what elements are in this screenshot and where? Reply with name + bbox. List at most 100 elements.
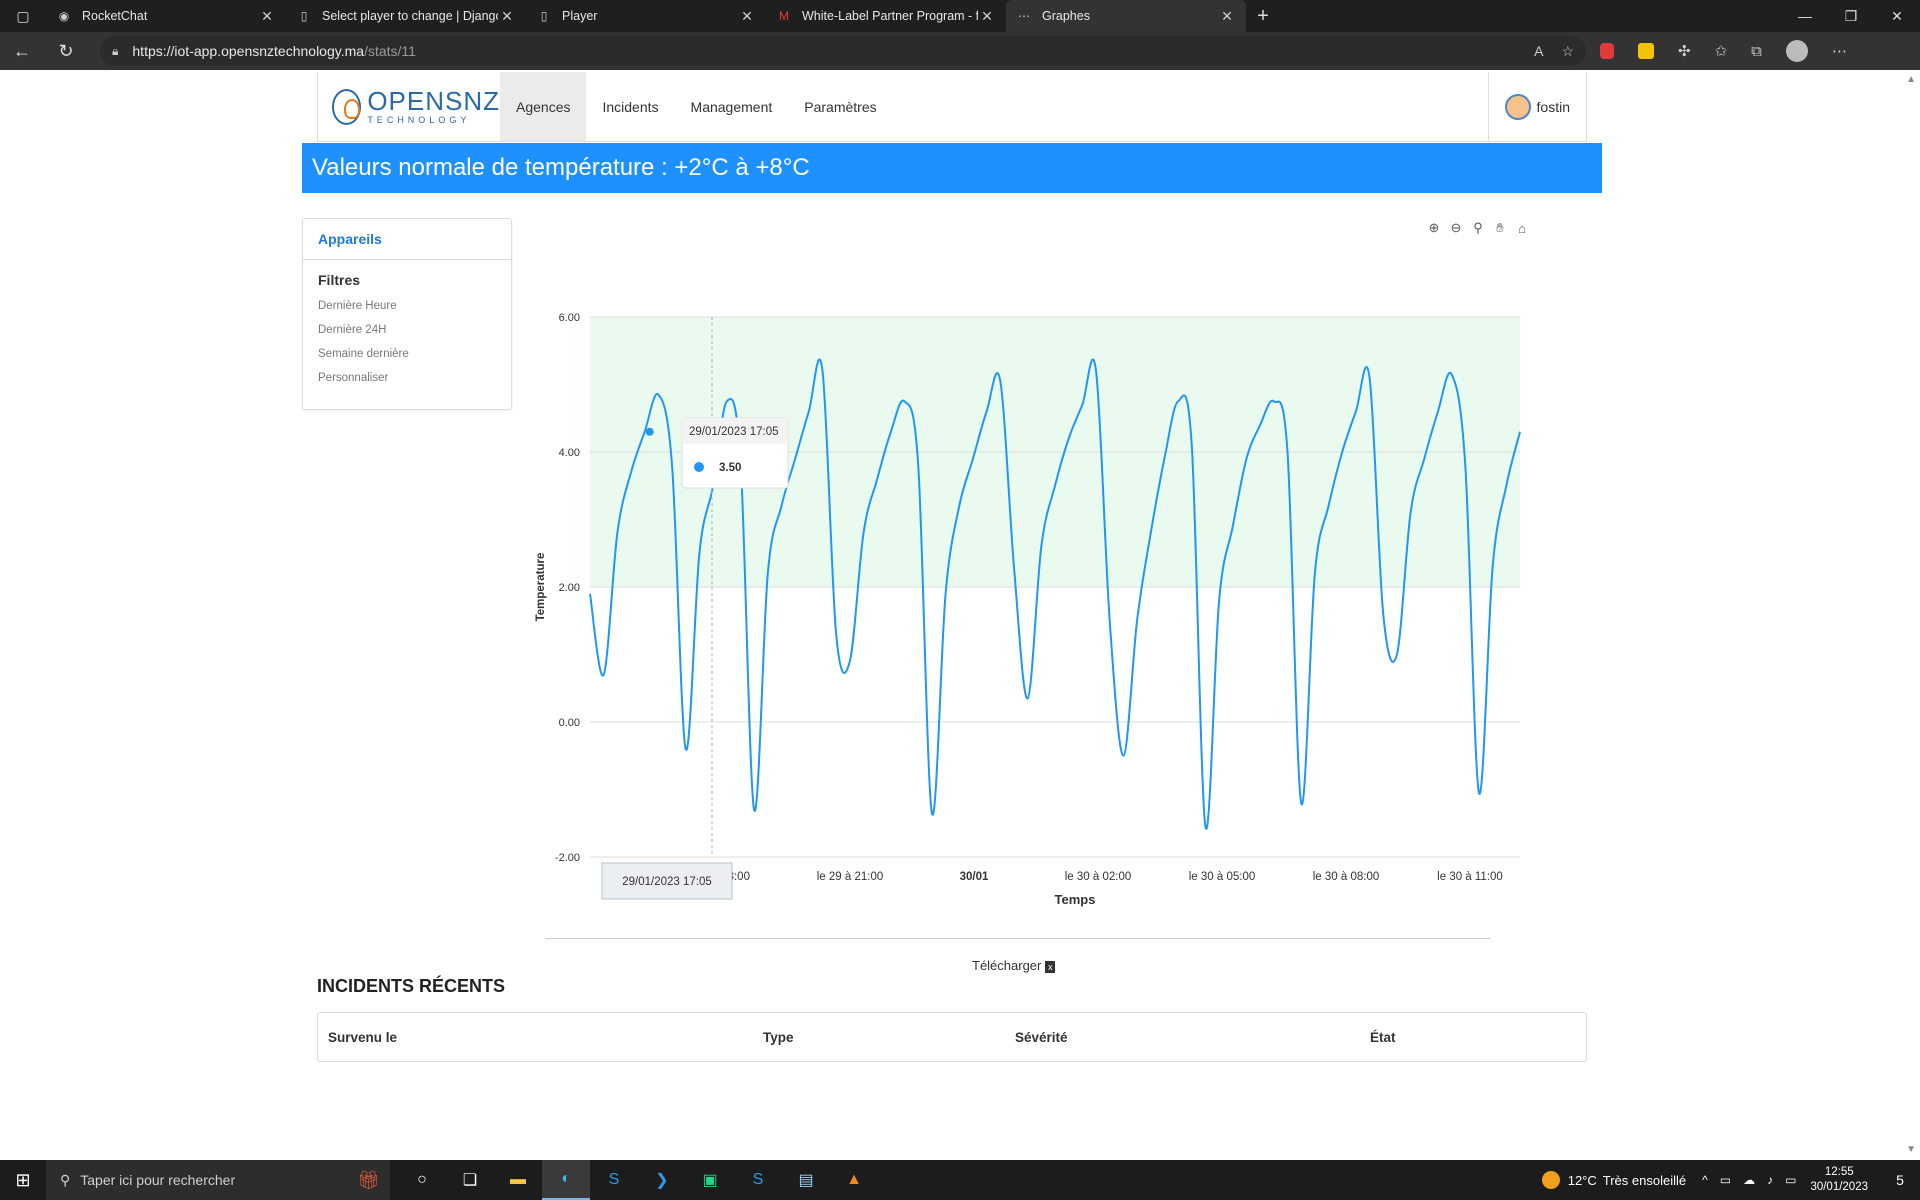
windows-start-icon[interactable]: ⊞ [0, 1160, 46, 1200]
extension-yellow-icon[interactable] [1638, 43, 1654, 59]
col-occurred[interactable]: Survenu le [328, 1030, 397, 1045]
cloud-icon[interactable]: ☁ [1743, 1173, 1755, 1187]
tooltip-title: 29/01/2023 17:05 [689, 426, 779, 438]
browser-tab-strip: ▢ ◉ RocketChat ✕ ▯ Select player to chan… [0, 0, 1920, 32]
profile-icon[interactable] [1785, 40, 1808, 62]
divider [545, 938, 1490, 939]
pycharm-icon[interactable]: ▣ [686, 1160, 734, 1200]
notepad-icon[interactable]: ▤ [782, 1160, 830, 1200]
close-icon[interactable]: ✕ [498, 8, 516, 25]
close-icon[interactable]: ✕ [738, 8, 756, 25]
collections-icon[interactable]: ⧉ [1751, 43, 1762, 60]
more-icon[interactable]: ⋯ [1832, 42, 1847, 60]
filter-custom[interactable]: Personnaliser [318, 366, 496, 390]
extension-red-icon[interactable] [1600, 43, 1614, 59]
col-state[interactable]: État [1370, 1030, 1396, 1045]
tab-actions-icon[interactable]: ▢ [0, 0, 46, 32]
pan-icon[interactable]: ✋︎ [1492, 220, 1508, 236]
vscode-icon[interactable]: ❯ [638, 1160, 686, 1200]
task-view-icon[interactable]: ❏ [446, 1160, 494, 1200]
zoom-select-icon[interactable]: ⚲ [1470, 220, 1486, 236]
nav-item-management[interactable]: Management [675, 72, 789, 141]
window-controls: — ❐ ✕ [1782, 0, 1920, 32]
zoom-in-icon[interactable]: ⊕ [1426, 220, 1442, 236]
edge-icon[interactable]: ◐ [542, 1160, 590, 1200]
favorite-add-icon[interactable]: ☆ [1561, 43, 1574, 60]
reset-home-icon[interactable]: ⌂ [1514, 220, 1530, 236]
chart-toolbar: ⊕ ⊖ ⚲ ✋︎ ⌂ [1426, 220, 1530, 236]
favorites-icon[interactable]: ✩ [1715, 42, 1728, 60]
refresh-icon[interactable]: ↻ [44, 41, 88, 62]
nav-item-incidents[interactable]: Incidents [586, 72, 674, 141]
url-path: /stats/11 [364, 43, 416, 59]
search-placeholder: Taper ici pour rechercher [80, 1172, 236, 1188]
back-icon[interactable]: ← [0, 41, 44, 62]
browser-tab[interactable]: ▯ Select player to change | Django ✕ [286, 0, 526, 32]
col-severity[interactable]: Sévérité [1015, 1030, 1068, 1045]
weather-widget[interactable]: 12°C Très ensoleillé [1541, 1171, 1686, 1189]
volume-icon[interactable]: ♪ [1767, 1173, 1773, 1187]
extensions-icon[interactable]: ✣ [1678, 42, 1691, 60]
clock[interactable]: 12:55 30/01/2023 [1810, 1165, 1868, 1195]
search-icon: ⚲ [60, 1171, 71, 1188]
browser-tab[interactable]: M White-Label Partner Program - fo ✕ [766, 0, 1006, 32]
x-tick-label: le 30 à 08:00 [1313, 871, 1380, 883]
tab-title: Graphes [1042, 9, 1090, 23]
brand-logo[interactable]: OPENSNZ TECHNOLOGY [318, 72, 500, 141]
filter-last-hour[interactable]: Dernière Heure [318, 294, 496, 318]
col-type[interactable]: Type [763, 1030, 794, 1045]
page: ▲ ▼ OPENSNZ TECHNOLOGY Agences Incidents… [0, 70, 1920, 1160]
vlc-icon[interactable]: ▲ [830, 1160, 878, 1200]
weather-temp: 12°C [1567, 1172, 1597, 1188]
brand-tagline: TECHNOLOGY [367, 115, 471, 125]
restore-icon[interactable]: ❐ [1828, 0, 1874, 32]
x-axis-title: Temps [1055, 892, 1096, 907]
minimize-icon[interactable]: — [1782, 0, 1828, 32]
browser-tab[interactable]: ▯ Player ✕ [526, 0, 766, 32]
y-tick-label: 4.00 [559, 447, 580, 459]
tab-title: Select player to change | Django [322, 9, 498, 23]
system-tray: 12°C Très ensoleillé ^ ▭ ☁ ♪ ▭ 12:55 30/… [1541, 1160, 1920, 1200]
nav-item-agences[interactable]: Agences [500, 72, 587, 141]
clock-time: 12:55 [1824, 1166, 1854, 1178]
notification-icon[interactable]: 5 [1880, 1172, 1920, 1188]
meet-icon[interactable]: ▭ [1720, 1173, 1731, 1187]
sidebar-devices-link[interactable]: Appareils [303, 219, 511, 260]
omnibox-icons: A ☆ [1534, 43, 1574, 60]
temperature-chart: ⊕ ⊖ ⚲ ✋︎ ⌂ 6.00 4.00 2.00 0.00 -2.00 le 29 à … [530, 220, 1530, 920]
filter-last-24h[interactable]: Dernière 24H [318, 318, 496, 342]
file-explorer-icon[interactable]: ▬ [494, 1160, 542, 1200]
skype-icon[interactable]: S [590, 1160, 638, 1200]
close-icon[interactable]: ✕ [1218, 8, 1236, 25]
read-aloud-icon[interactable]: A [1534, 43, 1543, 60]
scroll-up-icon[interactable]: ▲ [1906, 74, 1916, 85]
close-icon[interactable]: ✕ [978, 8, 996, 25]
filters-title: Filtres [318, 272, 361, 288]
taskbar-search[interactable]: ⚲ Taper ici pour rechercher 🎁︎ [46, 1160, 390, 1200]
network-icon[interactable]: ▭ [1785, 1173, 1796, 1187]
browser-tab[interactable]: ◉ RocketChat ✕ [46, 0, 286, 32]
scroll-down-icon[interactable]: ▼ [1906, 1144, 1916, 1155]
zoom-out-icon[interactable]: ⊖ [1448, 220, 1464, 236]
browser-tab-active[interactable]: ⋯ Graphes ✕ [1006, 0, 1246, 32]
close-icon[interactable]: ✕ [258, 8, 276, 25]
tray-icons: ^ ▭ ☁ ♪ ▭ [1702, 1173, 1796, 1187]
page-icon: ▯ [540, 9, 548, 23]
download-button[interactable]: Télécharger x [972, 958, 1056, 973]
brand-name: OPENSNZ [367, 86, 500, 116]
new-tab-button[interactable]: + [1246, 5, 1280, 28]
tooltip-value: 3.50 [719, 462, 741, 474]
skype-icon-2[interactable]: S [734, 1160, 782, 1200]
cortana-icon[interactable]: ○ [398, 1160, 446, 1200]
url-host: https://iot-app.opensnztechnology.ma [132, 43, 365, 59]
chevron-up-icon[interactable]: ^ [1702, 1173, 1708, 1187]
nav-item-parametres[interactable]: Paramètres [788, 72, 892, 141]
close-window-icon[interactable]: ✕ [1874, 0, 1920, 32]
user-menu[interactable]: fostin [1487, 72, 1586, 141]
url-field[interactable]: 🔒︎ https://iot-app.opensnztechnology.ma/… [100, 36, 1586, 66]
gmail-icon: M [779, 9, 789, 23]
url-text: https://iot-app.opensnztechnology.ma/sta… [132, 43, 416, 59]
filter-last-week[interactable]: Semaine dernière [318, 342, 496, 366]
x-tick-label: le 30 à 05:00 [1189, 871, 1256, 883]
tab-title: White-Label Partner Program - fo [802, 9, 978, 23]
